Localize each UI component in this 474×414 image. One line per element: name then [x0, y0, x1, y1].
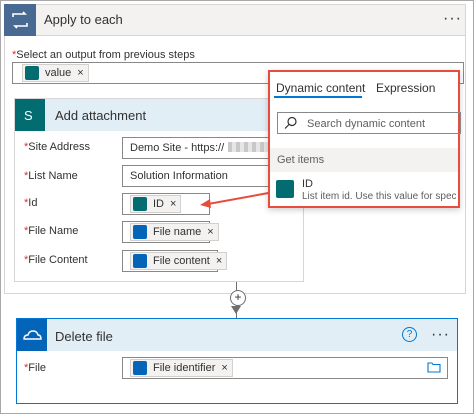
remove-token-button[interactable]: × — [216, 255, 222, 267]
file-label: *File — [24, 362, 46, 374]
onedrive-icon — [17, 319, 47, 351]
sharepoint-icon — [276, 180, 294, 198]
select-output-label: *Select an output from previous steps — [12, 49, 195, 61]
redacted-url — [228, 142, 268, 152]
list-name-value: Solution Information — [130, 170, 228, 182]
dynamic-item-id-description[interactable]: List item id. Use this value for specify… — [302, 191, 456, 202]
site-address-label: *Site Address — [24, 141, 90, 153]
file-content-token[interactable]: File content × — [130, 252, 228, 270]
delete-more-button[interactable]: ··· — [431, 326, 450, 344]
file-name-label: *File Name — [24, 225, 78, 237]
onedrive-icon — [133, 254, 147, 268]
file-text: File — [28, 362, 47, 374]
loop-icon — [4, 4, 36, 36]
tab-dynamic-content[interactable]: Dynamic content — [276, 81, 365, 95]
id-label: *Id — [24, 197, 37, 209]
id-token-label: ID — [153, 198, 164, 210]
file-name-token[interactable]: File name × — [130, 223, 219, 241]
svg-text:S: S — [24, 108, 33, 123]
tab-expression[interactable]: Expression — [376, 81, 435, 95]
value-token-label: value — [45, 67, 72, 79]
file-content-text: File Content — [28, 254, 88, 266]
file-identifier-token[interactable]: File identifier × — [130, 359, 233, 377]
list-name-label: *List Name — [24, 170, 78, 182]
onedrive-icon — [133, 361, 147, 375]
remove-token-button[interactable]: × — [77, 67, 83, 79]
callout-arrow — [200, 191, 275, 208]
apply-more-button[interactable]: ··· — [443, 10, 462, 28]
add-attachment-title: Add attachment — [55, 108, 147, 123]
connector-arrow — [231, 306, 241, 314]
list-name-text: List Name — [28, 170, 78, 182]
site-address-text: Site Address — [28, 141, 91, 153]
file-content-label: *File Content — [24, 254, 88, 266]
site-address-value: Demo Site - https:// — [130, 142, 225, 154]
folder-icon[interactable] — [427, 361, 441, 376]
sharepoint-icon — [133, 197, 147, 211]
search-icon — [284, 116, 298, 133]
remove-token-button[interactable]: × — [207, 226, 213, 238]
delete-file-title: Delete file — [55, 329, 113, 344]
add-step-button[interactable]: + — [230, 290, 246, 306]
help-icon[interactable]: ? — [402, 327, 417, 342]
select-output-text: Select an output from previous steps — [16, 49, 195, 61]
remove-token-button[interactable]: × — [221, 362, 227, 374]
file-name-token-label: File name — [153, 226, 202, 238]
value-token[interactable]: value × — [22, 64, 89, 82]
onedrive-icon — [133, 225, 147, 239]
remove-token-button[interactable]: × — [170, 198, 176, 210]
sharepoint-icon: S — [15, 99, 45, 131]
get-items-section-header: Get items — [277, 154, 325, 166]
file-name-text: File Name — [28, 225, 79, 237]
id-token[interactable]: ID × — [130, 195, 182, 213]
apply-to-each-title: Apply to each — [44, 12, 123, 27]
id-text: Id — [28, 197, 38, 209]
search-placeholder: Search dynamic content — [307, 118, 426, 130]
sharepoint-icon — [25, 66, 39, 80]
active-tab-indicator — [274, 96, 362, 98]
file-content-token-label: File content — [153, 255, 210, 267]
file-identifier-token-label: File identifier — [153, 362, 216, 374]
dynamic-item-id-title[interactable]: ID — [302, 178, 313, 190]
